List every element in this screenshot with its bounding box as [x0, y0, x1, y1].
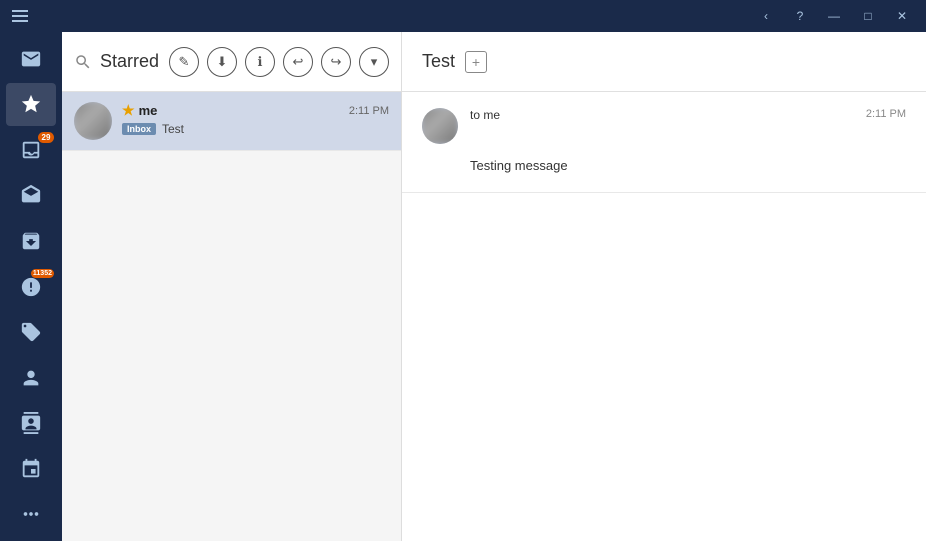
- more-actions-button[interactable]: ▾: [359, 47, 389, 77]
- reading-body: to me 2:11 PM Testing message: [402, 92, 926, 541]
- title-bar: ‹ ? — □ ✕: [0, 0, 926, 32]
- reply-button[interactable]: ↩: [283, 47, 313, 77]
- info-button[interactable]: ℹ: [245, 47, 275, 77]
- maximize-button[interactable]: □: [852, 4, 884, 28]
- email-list-panel: Starred ✎ ⬇ ℹ ↩ ↪ ▾ ★ me 2:11 PM: [62, 32, 402, 541]
- sidebar-item-mail[interactable]: [6, 37, 56, 81]
- title-bar-left: [8, 6, 32, 26]
- message-sender-info: to me: [470, 108, 854, 122]
- email-time: 2:11 PM: [349, 105, 389, 117]
- spam-icon: [20, 276, 42, 298]
- inbox-badge: 29: [38, 132, 54, 143]
- message-avatar: [422, 108, 458, 144]
- forward-button[interactable]: ↪: [321, 47, 351, 77]
- search-icon: [74, 53, 92, 71]
- message-container: to me 2:11 PM Testing message: [402, 92, 926, 193]
- main-container: 29 11352: [0, 32, 926, 541]
- hamburger-icon[interactable]: [8, 6, 32, 26]
- archive-icon: [20, 230, 42, 252]
- sidebar-item-spam[interactable]: 11352: [6, 265, 56, 309]
- inbox-icon: [20, 139, 42, 161]
- sender-name: me: [139, 103, 158, 118]
- close-button[interactable]: ✕: [886, 4, 918, 28]
- drafts-icon: [20, 184, 42, 206]
- mail-icon: [20, 48, 42, 70]
- minimize-button[interactable]: —: [818, 4, 850, 28]
- star-icon: [20, 93, 42, 115]
- message-avatar-image: [422, 108, 458, 144]
- compose-button[interactable]: ✎: [169, 47, 199, 77]
- title-bar-controls: ‹ ? — □ ✕: [750, 4, 918, 28]
- help-button[interactable]: ?: [784, 4, 816, 28]
- email-header-row: ★ me 2:11 PM: [122, 102, 389, 119]
- reading-header: Test +: [402, 32, 926, 92]
- email-subject-row: Inbox Test: [122, 122, 389, 136]
- sidebar-item-inbox[interactable]: 29: [6, 128, 56, 172]
- email-items: ★ me 2:11 PM Inbox Test: [62, 92, 401, 541]
- calendar-icon: [20, 458, 42, 480]
- star-indicator-icon: ★: [122, 102, 135, 119]
- sidebar-nav: 29 11352: [0, 32, 62, 541]
- sidebar-item-address-book[interactable]: [6, 401, 56, 445]
- email-subject: Test: [162, 122, 184, 136]
- message-body: Testing message: [422, 156, 906, 176]
- section-title: Starred: [100, 51, 161, 72]
- email-title: Test: [422, 51, 455, 72]
- tags-icon: [20, 321, 42, 343]
- email-info: ★ me 2:11 PM Inbox Test: [122, 102, 389, 136]
- email-item[interactable]: ★ me 2:11 PM Inbox Test: [62, 92, 401, 151]
- address-book-icon: [20, 412, 42, 434]
- add-tab-button[interactable]: +: [465, 51, 487, 73]
- email-sender: ★ me: [122, 102, 157, 119]
- contacts-icon: [20, 367, 42, 389]
- sidebar-item-starred[interactable]: [6, 83, 56, 127]
- sidebar-item-more[interactable]: [6, 492, 56, 536]
- sidebar-item-calendar[interactable]: [6, 447, 56, 491]
- email-reading-pane: Test + to me 2:11 PM Testing message: [402, 32, 926, 541]
- more-icon: [20, 503, 42, 525]
- email-toolbar: Starred ✎ ⬇ ℹ ↩ ↪ ▾: [62, 32, 401, 92]
- search-icon-box: [74, 53, 92, 71]
- spam-badge: 11352: [31, 269, 54, 278]
- inbox-label-badge: Inbox: [122, 123, 156, 135]
- avatar: [74, 102, 112, 140]
- sidebar-item-tags[interactable]: [6, 310, 56, 354]
- avatar-image: [74, 102, 112, 140]
- message-from: to me: [470, 108, 854, 122]
- sidebar-item-archive[interactable]: [6, 219, 56, 263]
- back-button[interactable]: ‹: [750, 4, 782, 28]
- sidebar-item-contacts[interactable]: [6, 356, 56, 400]
- sidebar-item-drafts[interactable]: [6, 174, 56, 218]
- message-time: 2:11 PM: [866, 108, 906, 120]
- download-button[interactable]: ⬇: [207, 47, 237, 77]
- message-meta: to me 2:11 PM: [422, 108, 906, 144]
